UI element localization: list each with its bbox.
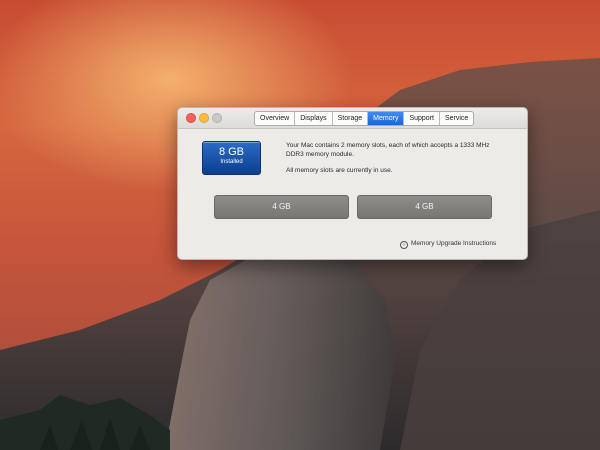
memory-status-text: All memory slots are currently in use. bbox=[286, 167, 393, 174]
memory-installed-label: Installed bbox=[220, 159, 243, 165]
tab-service[interactable]: Service bbox=[440, 112, 473, 125]
tab-support[interactable]: Support bbox=[404, 112, 440, 125]
memory-size-badge: 8 GB Installed bbox=[202, 141, 261, 175]
desktop-background: Overview Displays Storage Memory Support… bbox=[0, 0, 600, 450]
tab-memory[interactable]: Memory bbox=[368, 112, 405, 125]
memory-slot-2: 4 GB bbox=[357, 195, 492, 219]
tab-overview[interactable]: Overview bbox=[255, 112, 296, 125]
memory-slot-1: 4 GB bbox=[214, 195, 349, 219]
about-this-mac-window: Overview Displays Storage Memory Support… bbox=[177, 107, 528, 260]
arrow-circle-icon: › bbox=[400, 241, 408, 249]
zoom-button[interactable] bbox=[212, 113, 222, 123]
memory-pane: 8 GB Installed Your Mac contains 2 memor… bbox=[178, 129, 527, 259]
memory-description: Your Mac contains 2 memory slots, each o… bbox=[286, 141, 496, 175]
tab-storage[interactable]: Storage bbox=[333, 112, 369, 125]
tab-bar: Overview Displays Storage Memory Support… bbox=[254, 111, 475, 126]
memory-slots-text: Your Mac contains 2 memory slots, each o… bbox=[286, 142, 490, 158]
memory-upgrade-link[interactable]: › Memory Upgrade Instructions bbox=[400, 240, 496, 249]
memory-size-value: 8 GB bbox=[218, 146, 245, 158]
close-button[interactable] bbox=[186, 113, 196, 123]
window-titlebar[interactable]: Overview Displays Storage Memory Support… bbox=[178, 108, 527, 129]
memory-upgrade-label: Memory Upgrade Instructions bbox=[411, 240, 497, 247]
minimize-button[interactable] bbox=[199, 113, 209, 123]
tab-displays[interactable]: Displays bbox=[295, 112, 333, 125]
